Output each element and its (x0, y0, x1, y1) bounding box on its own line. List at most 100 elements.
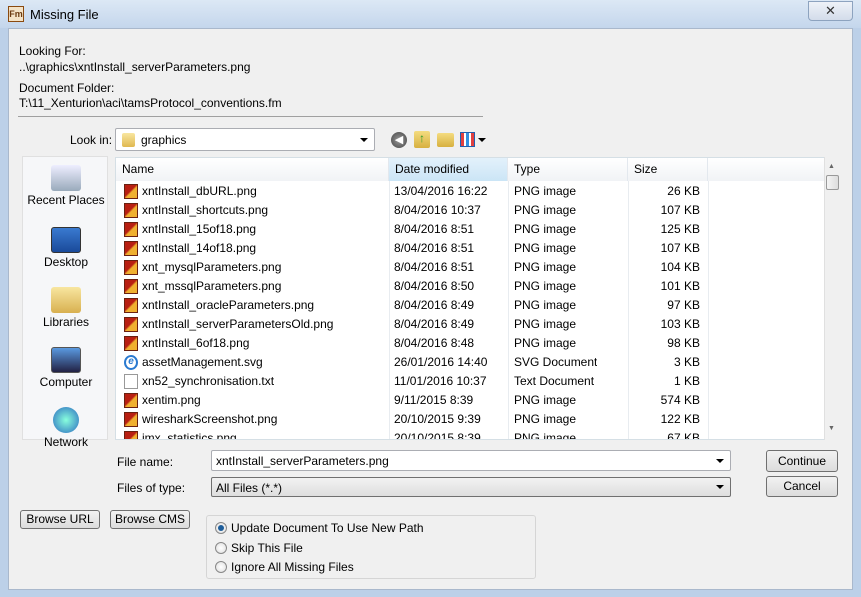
looking-for-path: ..\graphics\xntInstall_serverParameters.… (19, 60, 251, 74)
cancel-button[interactable]: Cancel (766, 476, 838, 497)
file-row[interactable]: xnt_mysqlParameters.png 8/04/2016 8:51 P… (116, 258, 824, 277)
chevron-down-icon[interactable] (716, 458, 724, 463)
file-row[interactable]: xntInstall_6of18.png 8/04/2016 8:48 PNG … (116, 334, 824, 353)
file-type: PNG image (514, 393, 577, 407)
file-size: 104 KB (660, 260, 700, 274)
file-name: imx_statistics.png (142, 431, 237, 440)
place-recent-places[interactable]: Recent Places (23, 165, 109, 207)
separator (18, 116, 483, 117)
file-row[interactable]: xntInstall_14of18.png 8/04/2016 8:51 PNG… (116, 239, 824, 258)
close-button[interactable]: ✕ (808, 1, 853, 21)
radio-unchecked-icon (215, 542, 227, 554)
file-name: xntInstall_dbURL.png (142, 184, 257, 198)
file-size: 1 KB (673, 374, 700, 388)
computer-icon (51, 347, 81, 373)
document-folder-label: Document Folder: (19, 81, 115, 95)
file-row[interactable]: wiresharkScreenshot.png 20/10/2015 9:39 … (116, 410, 824, 429)
file-name-input[interactable]: xntInstall_serverParameters.png (211, 450, 731, 471)
radio-ignore-all[interactable]: Ignore All Missing Files (215, 558, 354, 576)
file-row[interactable]: imx_statistics.png 20/10/2015 8:39 PNG i… (116, 429, 824, 440)
file-date: 20/10/2015 9:39 (394, 412, 481, 426)
file-type: PNG image (514, 279, 577, 293)
file-row[interactable]: xnt_mssqlParameters.png 8/04/2016 8:50 P… (116, 277, 824, 296)
document-folder-path: T:\11_Xenturion\aci\tamsProtocol_convent… (19, 96, 282, 110)
file-row[interactable]: xntInstall_dbURL.png 13/04/2016 16:22 PN… (116, 182, 824, 201)
new-folder-icon[interactable] (437, 133, 454, 147)
file-type: PNG image (514, 431, 577, 440)
continue-button[interactable]: Continue (766, 450, 838, 472)
folder-icon (122, 133, 135, 147)
place-computer[interactable]: Computer (23, 347, 109, 389)
file-row[interactable]: xentim.png 9/11/2015 8:39 PNG image 574 … (116, 391, 824, 410)
radio-label: Ignore All Missing Files (231, 560, 354, 574)
file-type: PNG image (514, 260, 577, 274)
file-date: 26/01/2016 14:40 (394, 355, 488, 369)
view-dropdown-icon[interactable] (478, 138, 486, 142)
place-desktop[interactable]: Desktop (23, 227, 109, 269)
file-name: xntInstall_14of18.png (142, 241, 257, 255)
file-type: PNG image (514, 412, 577, 426)
file-date: 8/04/2016 8:51 (394, 241, 475, 255)
libraries-icon (51, 287, 81, 313)
file-row[interactable]: xntInstall_shortcuts.png 8/04/2016 10:37… (116, 201, 824, 220)
files-of-type-select[interactable]: All Files (*.*) (211, 477, 731, 497)
file-type: Text Document (514, 374, 595, 388)
radio-skip-file[interactable]: Skip This File (215, 539, 303, 557)
png-file-icon (124, 279, 138, 294)
vertical-scrollbar[interactable]: ▲ ▼ (824, 157, 840, 440)
file-type: PNG image (514, 298, 577, 312)
file-row[interactable]: xntInstall_15of18.png 8/04/2016 8:51 PNG… (116, 220, 824, 239)
look-in-label: Look in: (70, 133, 113, 147)
up-folder-icon[interactable]: ↑ (414, 131, 430, 148)
file-row[interactable]: e assetManagement.svg 26/01/2016 14:40 S… (116, 353, 824, 372)
places-bar: Recent Places Desktop Libraries Computer… (22, 156, 109, 449)
file-size: 98 KB (667, 336, 700, 350)
radio-unchecked-icon (215, 561, 227, 573)
browse-url-button[interactable]: Browse URL (20, 510, 100, 529)
file-name: wiresharkScreenshot.png (142, 412, 278, 426)
file-name-value: xntInstall_serverParameters.png (216, 454, 389, 468)
file-type: PNG image (514, 184, 577, 198)
file-size: 107 KB (660, 241, 700, 255)
file-size: 574 KB (660, 393, 700, 407)
png-file-icon (124, 431, 138, 439)
file-name: xntInstall_6of18.png (142, 336, 250, 350)
scroll-down-icon[interactable]: ▼ (828, 425, 835, 432)
file-date: 8/04/2016 8:48 (394, 336, 475, 350)
file-type: PNG image (514, 241, 577, 255)
view-menu-icon[interactable] (460, 132, 475, 147)
column-header-name[interactable]: Name (116, 158, 389, 181)
file-name-label: File name: (117, 455, 174, 469)
missing-file-options: Update Document To Use New Path Skip Thi… (206, 515, 536, 579)
file-name: xntInstall_serverParametersOld.png (142, 317, 334, 331)
look-in-combo[interactable]: graphics (115, 128, 375, 151)
radio-update-document[interactable]: Update Document To Use New Path (215, 519, 424, 537)
file-name: xntInstall_15of18.png (142, 222, 257, 236)
desktop-icon (51, 227, 81, 253)
column-header-size[interactable]: Size (628, 158, 708, 181)
file-row[interactable]: xntInstall_serverParametersOld.png 8/04/… (116, 315, 824, 334)
place-label: Libraries (42, 315, 90, 329)
look-in-value: graphics (141, 133, 187, 147)
file-name: xnt_mssqlParameters.png (142, 279, 282, 293)
file-type: PNG image (514, 317, 577, 331)
file-name: xntInstall_oracleParameters.png (142, 298, 315, 312)
file-size: 103 KB (660, 317, 700, 331)
column-header-type[interactable]: Type (508, 158, 628, 181)
back-icon[interactable]: ◀ (391, 132, 407, 148)
file-list[interactable]: Name Date modified Type Size xntInstall_… (115, 157, 840, 440)
looking-for-label: Looking For: (19, 44, 86, 58)
place-libraries[interactable]: Libraries (23, 287, 109, 329)
scroll-up-icon[interactable]: ▲ (828, 163, 835, 170)
file-type: PNG image (514, 203, 577, 217)
file-date: 8/04/2016 10:37 (394, 203, 481, 217)
scroll-thumb[interactable] (826, 175, 839, 190)
file-name: assetManagement.svg (142, 355, 263, 369)
png-file-icon (124, 260, 138, 275)
file-row[interactable]: xntInstall_oracleParameters.png 8/04/201… (116, 296, 824, 315)
place-network[interactable]: Network (23, 407, 109, 449)
file-row[interactable]: xn52_synchronisation.txt 11/01/2016 10:3… (116, 372, 824, 391)
browse-cms-button[interactable]: Browse CMS (110, 510, 190, 529)
file-date: 13/04/2016 16:22 (394, 184, 488, 198)
column-header-date-modified[interactable]: Date modified (389, 158, 508, 181)
